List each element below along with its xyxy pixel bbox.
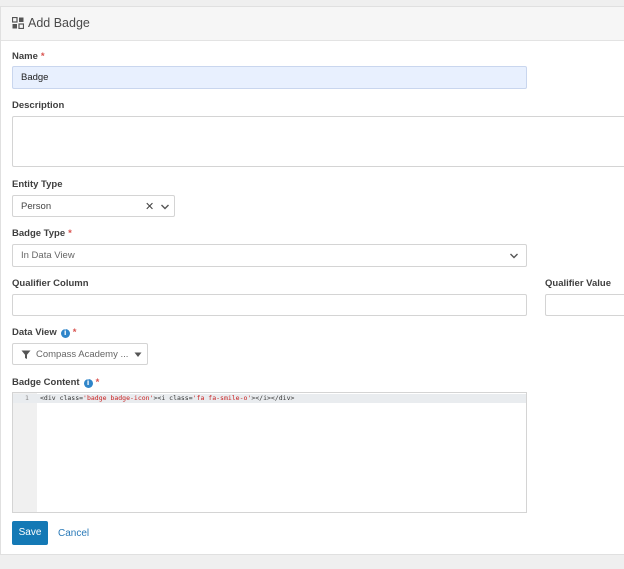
required-marker: *	[40, 51, 45, 62]
editor-gutter	[13, 393, 37, 512]
name-input[interactable]: Badge	[12, 66, 527, 89]
chevron-down-icon	[510, 253, 518, 259]
code-editor[interactable]: 1 <div class='badge badge-icon'><i class…	[12, 392, 527, 513]
qualifier-value-label: Qualifier Value	[545, 278, 611, 289]
qualifier-value-input[interactable]	[545, 294, 624, 316]
line-number: 1	[25, 394, 29, 402]
badge-type-label: Badge Type *	[12, 228, 72, 239]
save-button[interactable]: Save	[12, 521, 48, 545]
name-input-value: Badge	[21, 72, 49, 83]
qualifier-column-input[interactable]	[12, 294, 527, 316]
clear-icon[interactable]: ✕	[145, 200, 154, 213]
required-marker: *	[68, 228, 72, 239]
required-marker: *	[95, 377, 100, 388]
data-view-picker[interactable]: Compass Academy ...	[12, 343, 148, 365]
badge-content-label: Badge Content i *	[12, 377, 100, 388]
description-textarea[interactable]	[12, 116, 624, 167]
entity-type-value: Person	[21, 201, 52, 212]
filter-icon	[21, 350, 31, 359]
cancel-link[interactable]: Cancel	[58, 528, 89, 539]
name-label: Name *	[12, 51, 45, 62]
description-label: Description	[12, 100, 65, 111]
badge-add-icon	[12, 17, 24, 29]
data-view-value: Compass Academy ...	[36, 349, 129, 360]
info-icon[interactable]: i	[60, 329, 70, 338]
info-icon[interactable]: i	[83, 379, 93, 388]
entity-type-select[interactable]: Person ✕	[12, 195, 175, 217]
required-marker: *	[72, 327, 77, 338]
data-view-label: Data View i *	[12, 327, 77, 338]
code-line: <div class='badge badge-icon'><i class='…	[40, 394, 295, 402]
badge-type-select[interactable]: In Data View	[12, 244, 527, 267]
entity-type-label: Entity Type	[12, 179, 63, 190]
caret-down-icon	[134, 352, 142, 357]
chevron-down-icon	[161, 204, 169, 210]
panel-title: Add Badge	[28, 16, 90, 30]
panel-heading: Add Badge	[1, 7, 624, 41]
badge-type-value: In Data View	[21, 250, 75, 261]
qualifier-column-label: Qualifier Column	[12, 278, 89, 289]
